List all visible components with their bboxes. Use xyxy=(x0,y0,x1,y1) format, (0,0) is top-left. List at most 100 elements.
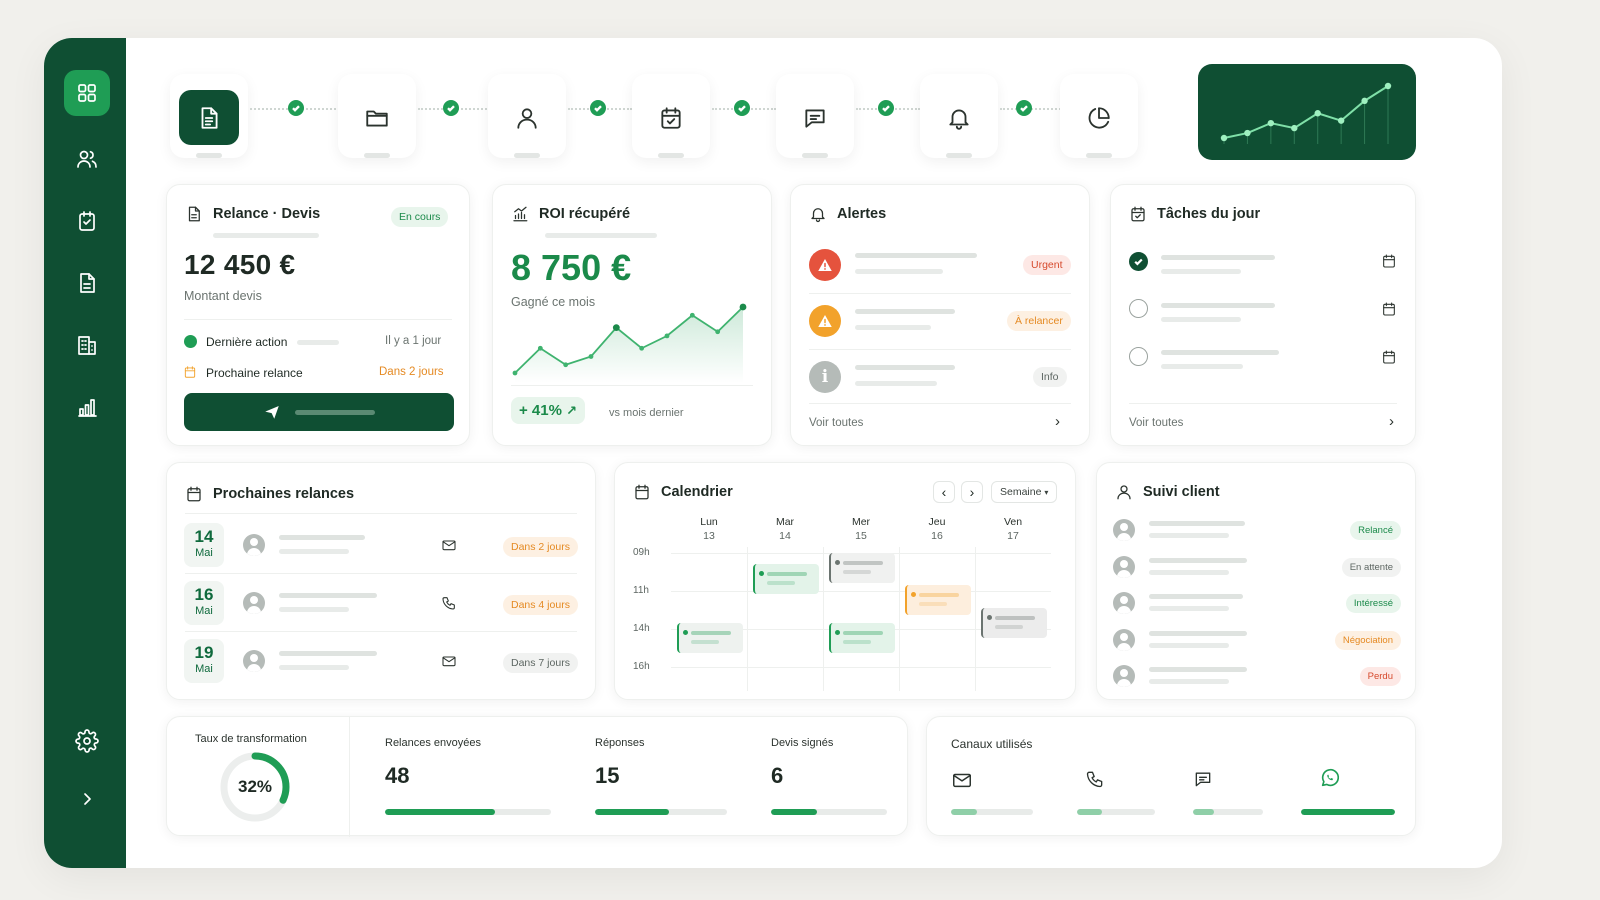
calendar-icon[interactable] xyxy=(1381,349,1397,370)
sidebar-expand-button[interactable] xyxy=(64,776,110,822)
calendar-event[interactable] xyxy=(905,585,971,616)
step-client[interactable] xyxy=(488,74,566,158)
kpi-value: 48 xyxy=(385,763,410,788)
kpi-label: Devis signés xyxy=(771,737,834,749)
calendar-event[interactable] xyxy=(677,623,743,654)
calendar-icon xyxy=(187,486,201,502)
document-icon xyxy=(188,206,200,222)
step-done-check-icon xyxy=(1016,100,1032,116)
reminder-month: Mai xyxy=(195,547,213,559)
upcoming-reminders-card: Prochaines relances 14 Mai Dans 2 jours 1… xyxy=(166,462,596,700)
step-analyse[interactable] xyxy=(1060,74,1138,158)
reminder-month: Mai xyxy=(195,605,213,617)
step-devis[interactable] xyxy=(170,74,248,158)
tasks-card: Tâches du jour Voir toutes › xyxy=(1110,184,1416,446)
day-number: 13 xyxy=(703,530,715,542)
info-icon: i xyxy=(809,361,841,393)
roi-trend-point xyxy=(639,345,645,351)
sidebar-item-documents[interactable] xyxy=(64,260,110,306)
warning-icon xyxy=(809,249,841,281)
sidebar-item-tasks[interactable] xyxy=(64,198,110,244)
channel-usage-bar xyxy=(1077,809,1155,815)
calendar-hour-label: 09h xyxy=(633,547,650,558)
sparkline-point xyxy=(1291,124,1298,132)
channel-usage-bar xyxy=(951,809,1033,815)
calendar-icon xyxy=(635,484,649,500)
kpi-progress-bar xyxy=(385,809,551,815)
calendar-icon xyxy=(183,365,197,384)
card-title: Tâches du jour xyxy=(1157,206,1261,222)
calendar-event[interactable] xyxy=(829,553,895,583)
relance-devis-card[interactable]: Relance · Devis En cours 12 450 € Montan… xyxy=(166,184,470,446)
kpi-progress-fill xyxy=(385,809,495,815)
step-rappel[interactable] xyxy=(920,74,998,158)
mail-icon xyxy=(441,653,457,674)
kpi-progress-bar xyxy=(595,809,727,815)
status-badge: En cours xyxy=(391,207,449,227)
avatar xyxy=(243,650,265,672)
roi-trend-point xyxy=(664,333,670,339)
calendar-view-select[interactable]: Semaine ▾ xyxy=(991,481,1058,503)
calendar-event[interactable] xyxy=(829,623,895,654)
step-done-check-icon xyxy=(734,100,750,116)
kpi-progress-fill xyxy=(595,809,669,815)
kpi-label: Relances envoyées xyxy=(385,737,482,749)
calendar-prev-button[interactable]: ‹ xyxy=(933,481,955,503)
reminder-date: 19 Mai xyxy=(184,639,224,683)
channel-usage-fill xyxy=(1193,809,1214,815)
folder-icon xyxy=(366,110,388,127)
calendar-event[interactable] xyxy=(981,608,1047,639)
clipboard-check-icon xyxy=(79,211,95,231)
sidebar-item-settings[interactable] xyxy=(64,718,110,764)
step-message[interactable] xyxy=(776,74,854,158)
calendar-next-button[interactable]: › xyxy=(961,481,983,503)
mail-icon xyxy=(951,769,973,796)
sidebar-item-companies[interactable] xyxy=(64,322,110,368)
chevron-right-icon[interactable]: › xyxy=(1055,413,1060,430)
avatar xyxy=(1113,519,1135,541)
day-name: Lun xyxy=(700,516,718,528)
sidebar-item-dashboard[interactable] xyxy=(64,70,110,116)
client-tracking-card: Suivi client Relancé En attente Intéressé N… xyxy=(1096,462,1416,700)
step-done-check-icon xyxy=(443,100,459,116)
sparkline-point xyxy=(1244,129,1251,137)
sidebar-item-clients[interactable] xyxy=(64,136,110,182)
kpi-value: 15 xyxy=(595,763,620,788)
warning-icon xyxy=(809,305,841,337)
card-title: Suivi client xyxy=(1143,484,1220,500)
roi-card: ROI récupéré 8 750 € Gagné ce mois + 41%… xyxy=(492,184,772,446)
see-all-alerts-link[interactable]: Voir toutes xyxy=(809,417,863,429)
day-name: Ven xyxy=(1003,516,1023,528)
roi-trend-point xyxy=(739,303,747,311)
alert-level-badge: Info xyxy=(1033,367,1067,387)
sidebar-item-analytics[interactable] xyxy=(64,384,110,430)
see-all-tasks-link[interactable]: Voir toutes xyxy=(1129,417,1183,429)
step-label-placeholder xyxy=(1086,153,1112,158)
channel-usage-bar xyxy=(1301,809,1395,815)
card-title: Alertes xyxy=(837,206,887,222)
growth-compare-label: vs mois dernier xyxy=(609,407,684,419)
calendar-check-icon xyxy=(661,106,681,129)
step-done-check-icon xyxy=(590,100,606,116)
alerts-card: Alertes Urgent À relancer i Info Voir to… xyxy=(790,184,1090,446)
roi-trend-chart xyxy=(512,303,747,383)
chevron-right-icon[interactable]: › xyxy=(1389,413,1394,430)
send-reminder-button[interactable] xyxy=(184,393,454,431)
reminder-day: 14 xyxy=(194,527,214,546)
step-dossier[interactable] xyxy=(338,74,416,158)
calendar-icon[interactable] xyxy=(1381,253,1397,274)
task-checkbox[interactable] xyxy=(1129,299,1148,318)
step-label-placeholder xyxy=(364,153,390,158)
avatar xyxy=(1113,555,1135,578)
document-icon xyxy=(201,106,218,129)
client-status-badge: Relancé xyxy=(1350,521,1401,540)
sparkline-point xyxy=(1220,134,1228,142)
task-checkbox[interactable] xyxy=(1129,347,1148,366)
calendar-event[interactable] xyxy=(753,564,819,595)
reminder-month: Mai xyxy=(195,663,213,675)
task-checkbox-checked[interactable] xyxy=(1129,252,1148,271)
reminder-date: 14 Mai xyxy=(184,523,224,567)
step-rdv[interactable] xyxy=(632,74,710,158)
calendar-icon[interactable] xyxy=(1381,301,1397,322)
kpi-progress-bar xyxy=(771,809,887,815)
